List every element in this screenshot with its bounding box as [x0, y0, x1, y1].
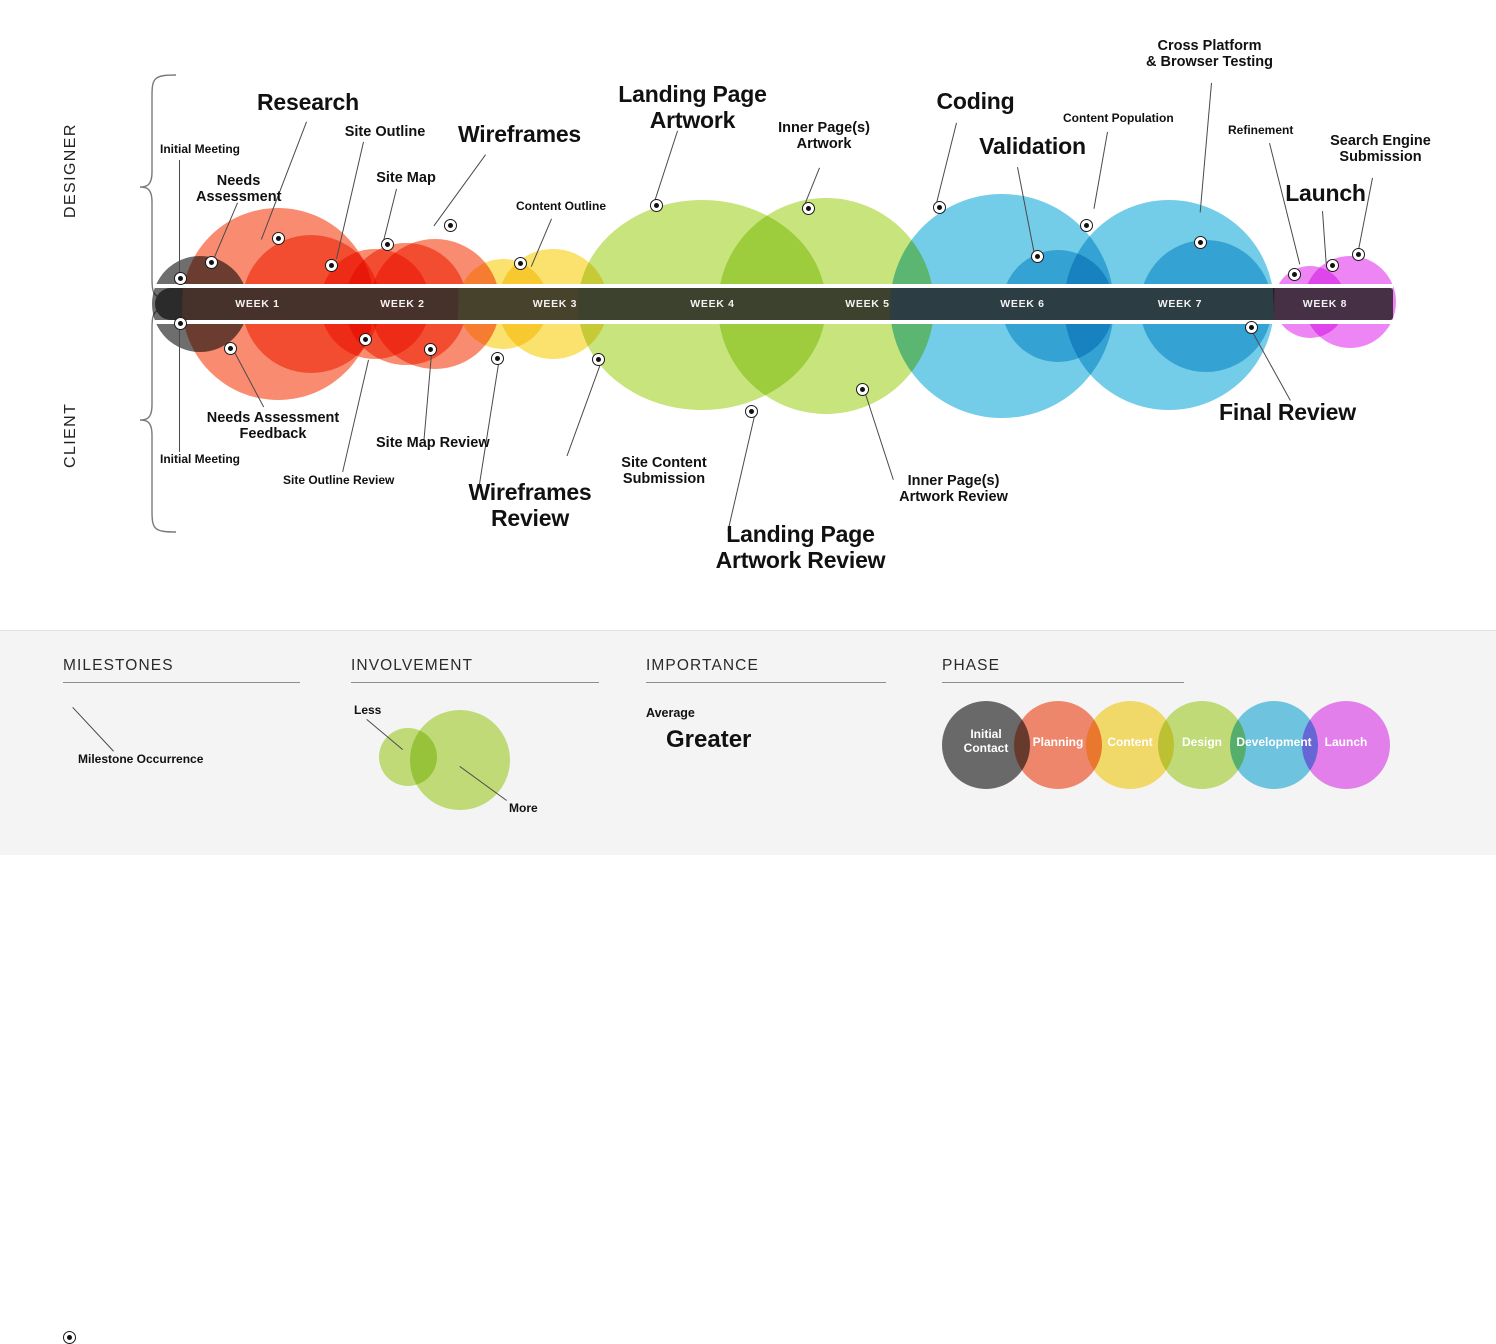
- timeline-bar: WEEK 1 WEEK 2 WEEK 3 WEEK 4 WEEK 5 WEEK …: [155, 288, 1393, 320]
- label-client-site-content-submission: Site Content Submission: [621, 455, 707, 488]
- label-client-wireframes-review: Wireframes Review: [468, 479, 592, 531]
- label-client-initial-meeting: Initial Meeting: [160, 452, 241, 466]
- label-client-landing-page-artwork-review: Landing Page Artwork Review: [715, 521, 886, 573]
- milestone-dot-client-site-outline-review[interactable]: [359, 333, 372, 346]
- infographic-root: DESIGNER CLIENT WEEK 1 WEEK 2 WEEK 3 WEE…: [0, 0, 1496, 1344]
- legend-phase-label-launch: Launch: [1324, 735, 1368, 749]
- milestone-dot-client-site-content-submission[interactable]: [592, 353, 605, 366]
- legend-milestone-caption: Milestone Occurrence: [78, 752, 204, 766]
- week-label-6: WEEK 6: [1000, 298, 1045, 310]
- milestone-dot-designer-cross-platform-testing[interactable]: [1194, 236, 1207, 249]
- milestone-dot-designer-wireframes[interactable]: [444, 219, 457, 232]
- label-designer-wireframes: Wireframes: [457, 121, 582, 147]
- week-label-1: WEEK 1: [235, 298, 280, 310]
- legend-milestones-rule: [63, 682, 300, 683]
- label-designer-launch: Launch: [1285, 180, 1366, 206]
- label-designer-search-engine-submission: Search Engine Submission: [1330, 133, 1431, 166]
- label-designer-landing-page-artwork: Landing Page Artwork: [618, 81, 767, 133]
- label-client-needs-assessment-feedback: Needs Assessment Feedback: [206, 410, 340, 443]
- legend-involvement-less-label: Less: [354, 703, 382, 717]
- milestone-dot-designer-initial-meeting[interactable]: [174, 272, 187, 285]
- label-client-final-review: Final Review: [1219, 399, 1356, 425]
- legend-involvement-title: INVOLVEMENT: [351, 657, 474, 674]
- label-designer-site-map: Site Map: [376, 170, 436, 186]
- milestone-dot-designer-launch[interactable]: [1326, 259, 1339, 272]
- milestone-dot-designer-needs-assessment[interactable]: [205, 256, 218, 269]
- milestone-dot-client-needs-assessment-feedback[interactable]: [224, 342, 237, 355]
- label-designer-research: Research: [257, 89, 359, 115]
- week-label-3: WEEK 3: [532, 298, 578, 310]
- timeline-chart: DESIGNER CLIENT WEEK 1 WEEK 2 WEEK 3 WEE…: [0, 0, 1496, 630]
- milestone-dot-client-site-map-review[interactable]: [424, 343, 437, 356]
- leader-client-initial-meeting: [179, 330, 180, 452]
- milestone-dot-client-inner-page-artwork-review[interactable]: [856, 383, 869, 396]
- milestone-dot-designer-search-engine-submission[interactable]: [1352, 248, 1365, 261]
- milestone-dot-client-wireframes-review[interactable]: [491, 352, 504, 365]
- week-label-8: WEEK 8: [1302, 298, 1348, 310]
- milestone-dot-client-initial-meeting[interactable]: [174, 317, 187, 330]
- label-designer-content-population: Content Population: [1063, 111, 1174, 125]
- label-designer-needs-assessment: Needs Assessment: [196, 173, 282, 206]
- label-client-site-map-review: Site Map Review: [376, 435, 490, 451]
- week-label-4: WEEK 4: [690, 298, 735, 310]
- label-designer-refinement: Refinement: [1228, 123, 1294, 137]
- milestone-dot-client-final-review[interactable]: [1245, 321, 1258, 334]
- legend-importance-title: IMPORTANCE: [646, 657, 759, 674]
- label-designer-site-outline: Site Outline: [344, 124, 426, 140]
- legend-involvement: INVOLVEMENT Less More: [340, 631, 630, 855]
- label-designer-inner-page-artwork: Inner Page(s) Artwork: [778, 120, 870, 153]
- milestone-dot-designer-landing-page-artwork[interactable]: [650, 199, 663, 212]
- milestone-dot-client-landing-page-artwork-review[interactable]: [745, 405, 758, 418]
- milestone-dot-designer-content-population[interactable]: [1080, 219, 1093, 232]
- legend-milestones: MILESTONES Milestone Occurrence: [0, 631, 340, 1344]
- legend-importance-rule: [646, 682, 886, 683]
- leader-designer-initial-meeting: [179, 160, 180, 279]
- label-designer-coding: Coding: [936, 88, 1015, 114]
- milestone-dot-designer-refinement[interactable]: [1288, 268, 1301, 281]
- legend-phase: PHASE Initial Contact Planning Content D…: [930, 631, 1490, 855]
- legend-involvement-rule: [351, 682, 599, 683]
- legend-importance: IMPORTANCE Average Greater: [630, 631, 930, 855]
- legend-milestone-leader: [72, 707, 114, 752]
- label-designer-content-outline: Content Outline: [516, 199, 606, 213]
- legend-importance-greater: Greater: [666, 726, 752, 753]
- label-designer-initial-meeting: Initial Meeting: [160, 142, 241, 156]
- milestone-dot-designer-content-outline[interactable]: [514, 257, 527, 270]
- legend-milestones-title: MILESTONES: [63, 657, 174, 674]
- milestone-dot-designer-inner-page-artwork[interactable]: [802, 202, 815, 215]
- label-designer-cross-platform-testing: Cross Platform & Browser Testing: [1145, 38, 1274, 71]
- milestone-dot-designer-validation[interactable]: [1031, 250, 1044, 263]
- milestone-dot-designer-site-outline[interactable]: [325, 259, 338, 272]
- legend-panel: MILESTONES Milestone Occurrence INVOLVEM…: [0, 630, 1496, 1344]
- milestone-dot-designer-coding[interactable]: [933, 201, 946, 214]
- milestone-dot-designer-research[interactable]: [272, 232, 285, 245]
- week-label-7: WEEK 7: [1157, 298, 1203, 310]
- legend-milestone-dot: [63, 1331, 76, 1344]
- week-label-2: WEEK 2: [380, 298, 425, 310]
- milestone-dot-designer-site-map[interactable]: [381, 238, 394, 251]
- label-client-site-outline-review: Site Outline Review: [283, 473, 395, 487]
- label-designer-validation: Validation: [979, 133, 1086, 159]
- legend-phase-title: PHASE: [942, 657, 1001, 674]
- legend-importance-average: Average: [646, 706, 695, 720]
- legend-involvement-large-circle: [410, 710, 510, 810]
- timeline-edge-bottom: [155, 320, 1393, 324]
- week-label-5: WEEK 5: [845, 298, 890, 310]
- label-client-inner-page-artwork-review: Inner Page(s) Artwork Review: [899, 473, 1008, 506]
- legend-involvement-more-label: More: [509, 801, 538, 815]
- legend-phase-rule: [942, 682, 1184, 683]
